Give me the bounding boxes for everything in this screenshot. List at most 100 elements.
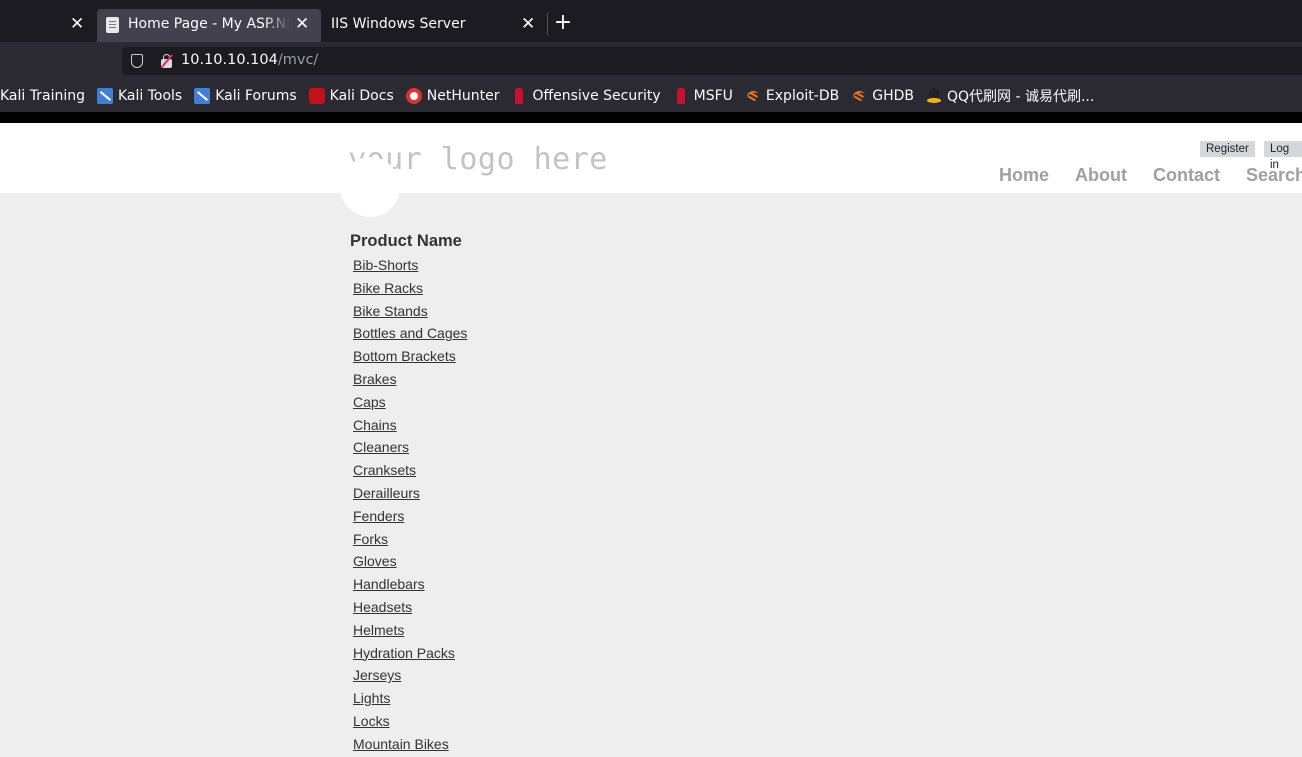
close-tab-icon[interactable]: ✕ [295, 14, 309, 34]
bookmark-label: MSFU [693, 88, 733, 104]
list-item: Gloves [353, 551, 467, 574]
new-tab-button[interactable]: + [552, 10, 574, 36]
product-link[interactable]: Bottles and Cages [353, 325, 467, 341]
tab-previous[interactable]: ✕ [0, 9, 96, 42]
product-link[interactable]: Gloves [353, 553, 397, 569]
url-text[interactable]: 10.10.10.104/mvc/ [181, 52, 318, 68]
product-name-header: Product Name [350, 232, 462, 250]
kali-icon [194, 88, 211, 104]
list-item: Forks [353, 529, 467, 552]
bookmark-ghdb[interactable]: GHDB [851, 88, 914, 104]
list-item: Bottom Brackets [353, 346, 467, 369]
offsec-icon [515, 88, 524, 104]
list-item: Mountain Bikes [353, 734, 467, 757]
bookmark-exploit-db[interactable]: Exploit-DB [745, 88, 839, 104]
bookmark-label: Kali Forums [215, 88, 297, 104]
bookmark-kali-tools[interactable]: Kali Tools [96, 88, 183, 104]
product-link[interactable]: Bike Racks [353, 280, 423, 296]
insecure-lock-icon[interactable] [160, 53, 173, 69]
product-link[interactable]: Handlebars [353, 576, 425, 592]
bookmark-label: Kali Docs [329, 88, 394, 104]
bookmark-kali-training[interactable]: Kali Training [0, 88, 85, 104]
page-top-strip [0, 112, 1302, 123]
tab-iis-windows-server[interactable]: IIS Windows Server ✕ [331, 9, 545, 42]
product-link[interactable]: Headsets [353, 599, 412, 615]
list-item: Cranksets [353, 460, 467, 483]
bookmark-label: NetHunter [426, 88, 500, 104]
list-item: Bib-Shorts [353, 255, 467, 278]
url-path: /mvc/ [277, 52, 319, 68]
bookmark-msfu[interactable]: MSFU [673, 88, 733, 104]
url-host: 10.10.10.104 [181, 52, 278, 68]
product-link[interactable]: Derailleurs [353, 485, 420, 501]
list-item: Lights [353, 688, 467, 711]
product-link[interactable]: Bike Stands [353, 303, 428, 319]
list-item: Handlebars [353, 574, 467, 597]
tab-bar: ✕ Home Page - My ASP.NET Application ✕ I… [0, 0, 1302, 42]
list-item: Bottles and Cages [353, 323, 467, 346]
product-link[interactable]: Jerseys [353, 667, 401, 683]
close-tab-icon[interactable]: ✕ [70, 14, 84, 34]
list-item: Caps [353, 392, 467, 415]
tab-separator [547, 13, 548, 35]
product-link[interactable]: Mountain Bikes [353, 736, 449, 752]
product-list: Bib-Shorts Bike Racks Bike Stands Bottle… [353, 255, 467, 757]
logo-circle-decoration [340, 157, 400, 217]
menu-home[interactable]: Home [999, 165, 1049, 186]
product-link[interactable]: Cleaners [353, 439, 409, 455]
product-link[interactable]: Hydration Packs [353, 645, 455, 661]
url-bar[interactable]: 10.10.10.104/mvc/ [122, 47, 1302, 75]
product-link[interactable]: Locks [353, 713, 390, 729]
list-item: Headsets [353, 597, 467, 620]
bookmark-label: Offensive Security [532, 88, 661, 104]
bookmark-label: Kali Training [0, 88, 85, 104]
shield-icon[interactable] [131, 54, 143, 68]
kali-icon [96, 88, 113, 104]
product-link[interactable]: Brakes [353, 371, 397, 387]
bookmark-qq[interactable]: QQ代刷网 - 诚易代刷... [926, 86, 1094, 106]
product-link[interactable]: Bottom Brackets [353, 348, 456, 364]
product-link[interactable]: Caps [353, 394, 386, 410]
product-link[interactable]: Chains [353, 417, 397, 433]
bookmark-kali-docs[interactable]: Kali Docs [308, 88, 394, 104]
list-item: Derailleurs [353, 483, 467, 506]
product-link[interactable]: Lights [353, 690, 390, 706]
bookmark-label: Exploit-DB [765, 88, 840, 104]
list-item: Brakes [353, 369, 467, 392]
product-link[interactable]: Cranksets [353, 462, 416, 478]
bookmark-offensive-security[interactable]: Offensive Security [511, 88, 661, 104]
list-item: Jerseys [353, 665, 467, 688]
tab-title: IIS Windows Server [331, 16, 466, 32]
menu-about[interactable]: About [1075, 165, 1127, 186]
list-item: Helmets [353, 620, 467, 643]
main-menu: Home About Contact Search [999, 165, 1302, 186]
product-link[interactable]: Fenders [353, 508, 404, 524]
product-link[interactable]: Helmets [353, 622, 404, 638]
menu-contact[interactable]: Contact [1153, 165, 1220, 186]
tab-home-page[interactable]: Home Page - My ASP.NET Application ✕ [97, 9, 321, 42]
product-link[interactable]: Bib-Shorts [353, 257, 418, 273]
list-item: Chains [353, 415, 467, 438]
bookmark-label: GHDB [872, 88, 914, 104]
register-link[interactable]: Register [1200, 141, 1255, 157]
bookmark-label: Kali Tools [117, 88, 183, 104]
list-item: Bike Stands [353, 301, 467, 324]
product-link[interactable]: Forks [353, 531, 388, 547]
navigation-toolbar: 10.10.10.104/mvc/ [0, 42, 1302, 80]
login-link[interactable]: Log in [1264, 141, 1302, 171]
list-item: Cleaners [353, 437, 467, 460]
bookmark-label: QQ代刷网 - 诚易代刷... [946, 89, 1095, 105]
exploitdb-icon [851, 88, 867, 104]
close-tab-icon[interactable]: ✕ [521, 14, 535, 34]
qq-icon [926, 88, 942, 104]
list-item: Fenders [353, 506, 467, 529]
list-item: Hydration Packs [353, 643, 467, 666]
exploitdb-icon [745, 88, 761, 104]
bookmark-nethunter[interactable]: NetHunter [405, 88, 500, 104]
list-item: Locks [353, 711, 467, 734]
tab-title: Home Page - My ASP.NET Application [128, 16, 290, 32]
menu-search[interactable]: Search [1246, 165, 1302, 186]
kali-docs-icon [308, 88, 325, 104]
nethunter-icon [405, 88, 422, 104]
bookmark-kali-forums[interactable]: Kali Forums [194, 88, 297, 104]
